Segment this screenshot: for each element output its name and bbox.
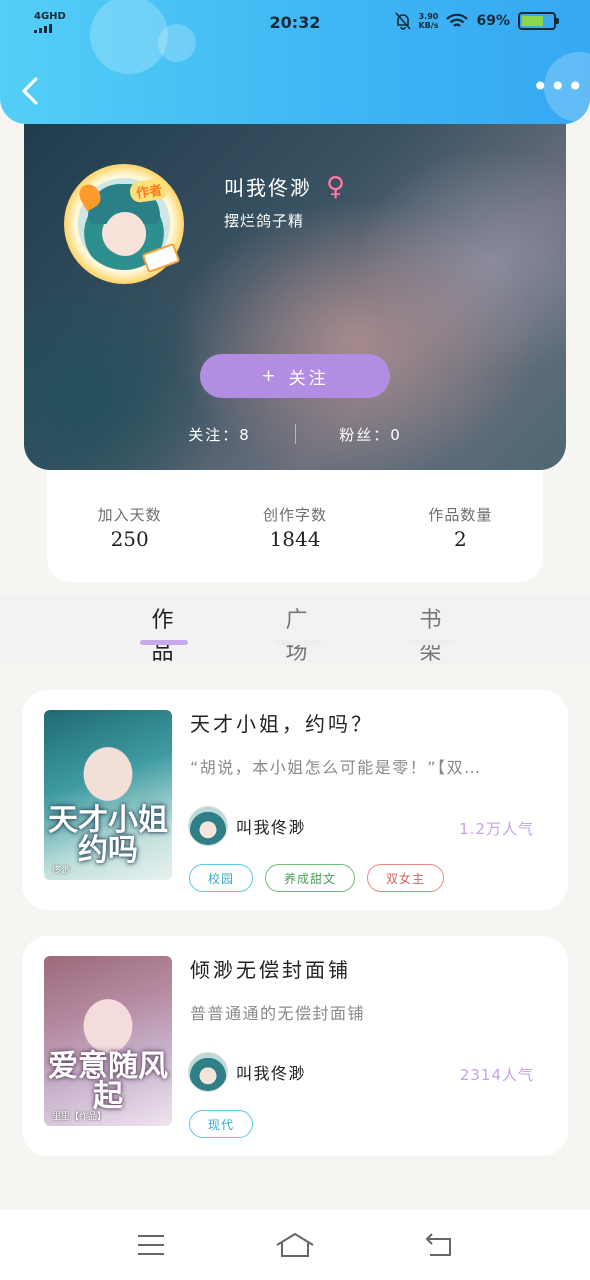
- stat-word-count: 创作字数 1844: [212, 504, 377, 582]
- net-speed-value: 3.90: [418, 12, 439, 21]
- author-name: 叫我佟渺: [236, 1064, 307, 1083]
- work-card[interactable]: 爱意随风起 里里【作品】 倾渺无偿封面铺 普普通通的无偿封面铺 叫我佟渺 231…: [22, 936, 568, 1156]
- tab-square[interactable]: 广场: [274, 596, 322, 665]
- tab-label: 书架: [419, 608, 445, 665]
- work-description: “胡说，本小姐怎么可能是零！”【双…: [190, 758, 482, 777]
- female-icon: ♀: [326, 171, 348, 202]
- tag-list: 现代: [189, 1110, 254, 1138]
- back-nav-button[interactable]: [417, 1223, 461, 1267]
- book-cover[interactable]: 天才小姐约吗 佟渺: [44, 710, 172, 880]
- home-icon: [276, 1233, 314, 1257]
- app-header: 4GHD 20:32 3.90 KB/s 69% •••: [0, 0, 590, 124]
- status-bar: 4GHD 20:32 3.90 KB/s 69%: [0, 0, 590, 44]
- tag[interactable]: 现代: [189, 1110, 254, 1138]
- author-avatar[interactable]: 作者: [64, 164, 184, 284]
- follow-button[interactable]: + 关注: [200, 354, 390, 398]
- profile-name-row: 叫我佟渺 ♀: [224, 172, 347, 201]
- net-speed: 3.90 KB/s: [419, 12, 439, 30]
- book-cover[interactable]: 爱意随风起 里里【作品】: [44, 956, 172, 1126]
- cover-subtitle: 佟渺: [52, 866, 71, 876]
- wifi-icon: [446, 13, 469, 27]
- home-button[interactable]: [273, 1223, 317, 1267]
- tag[interactable]: 养成甜文: [265, 864, 356, 892]
- more-button[interactable]: •••: [532, 73, 584, 101]
- stat-value: 250: [110, 527, 149, 551]
- stat-value: 2: [453, 527, 467, 551]
- plus-icon: +: [261, 366, 279, 386]
- stat-works-count: 作品数量 2: [378, 504, 543, 582]
- divider: [294, 424, 296, 444]
- cover-title: 爱意随风起: [48, 1049, 168, 1114]
- popularity-count: 2314人气: [459, 1066, 534, 1084]
- avatar: [188, 1052, 228, 1092]
- mute-bell-icon: [394, 12, 411, 30]
- tab-bookshelf[interactable]: 书架: [408, 596, 456, 665]
- username: 叫我佟渺: [224, 176, 312, 200]
- user-signature: 摆烂鸽子精: [224, 212, 305, 230]
- author-name: 叫我佟渺: [236, 818, 307, 837]
- chevron-left-icon: [22, 77, 38, 105]
- tab-label: 广场: [285, 608, 311, 665]
- tab-indicator: [140, 640, 188, 645]
- battery-fill: [522, 16, 543, 26]
- work-author[interactable]: 叫我佟渺: [188, 1052, 306, 1092]
- work-title[interactable]: 天才小姐，约吗？: [190, 708, 374, 737]
- stat-label: 创作字数: [262, 506, 327, 524]
- followers-count[interactable]: 粉丝：0: [306, 424, 436, 445]
- profile-banner: 作者 叫我佟渺 ♀ 摆烂鸽子精 + 关注 关注：8 粉丝：0: [24, 100, 566, 470]
- menu-button[interactable]: [129, 1223, 173, 1267]
- work-author[interactable]: 叫我佟渺: [188, 806, 306, 846]
- avatar: [188, 806, 228, 846]
- follow-button-label: 关注: [288, 368, 329, 389]
- stat-value: 1844: [269, 527, 321, 551]
- battery-percent: 69%: [476, 13, 510, 29]
- follow-counts: 关注：8 粉丝：0: [24, 424, 566, 445]
- cover-subtitle: 里里【作品】: [52, 1112, 107, 1122]
- tab-indicator: [408, 640, 456, 645]
- battery-icon: [518, 12, 559, 30]
- tab-works[interactable]: 作品: [140, 596, 188, 665]
- stat-label: 加入天数: [97, 506, 162, 524]
- more-dots-icon: •••: [532, 70, 585, 103]
- work-card[interactable]: 天才小姐约吗 佟渺 天才小姐，约吗？ “胡说，本小姐怎么可能是零！”【双… 叫我…: [22, 690, 568, 910]
- system-nav-bar: [0, 1210, 590, 1280]
- back-button[interactable]: [16, 74, 46, 108]
- tab-label: 作品: [151, 608, 177, 665]
- cover-title: 天才小姐约吗: [48, 803, 168, 868]
- work-description: 普普通通的无偿封面铺: [190, 1004, 366, 1023]
- profile-tabs: 作品 广场 书架: [0, 596, 590, 665]
- work-title[interactable]: 倾渺无偿封面铺: [190, 954, 351, 983]
- popularity-count: 1.2万人气: [459, 820, 534, 838]
- tag-list: 校园 养成甜文 双女主: [189, 864, 445, 892]
- stat-join-days: 加入天数 250: [47, 504, 212, 582]
- back-arrow-icon: [426, 1233, 451, 1256]
- tag[interactable]: 校园: [189, 864, 254, 892]
- menu-icon: [138, 1235, 164, 1255]
- tab-indicator: [274, 640, 322, 645]
- net-speed-unit: KB/s: [418, 21, 439, 30]
- tag[interactable]: 双女主: [367, 864, 445, 892]
- following-count[interactable]: 关注：8: [155, 424, 285, 445]
- stat-label: 作品数量: [428, 506, 493, 524]
